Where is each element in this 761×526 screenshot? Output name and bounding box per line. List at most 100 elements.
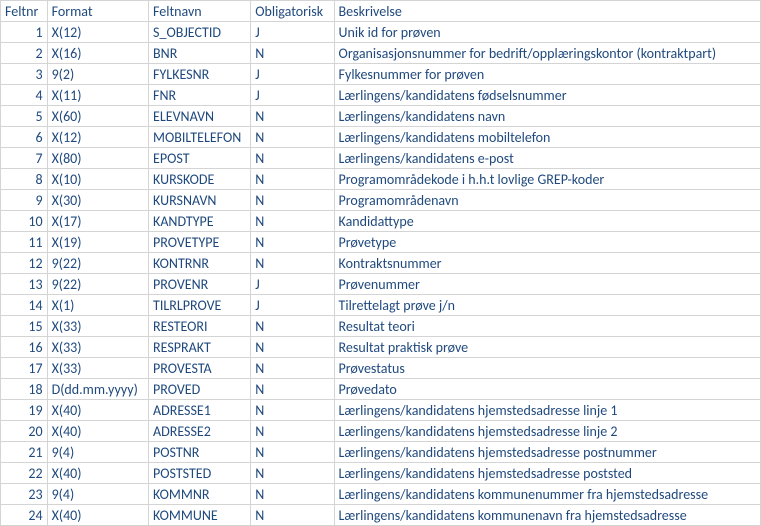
cell-beskrivelse: Organisasjonsnummer for bedrift/opplærin… xyxy=(334,43,760,64)
table-row: 7X(80)EPOSTNLærlingens/kandidatens e-pos… xyxy=(1,148,761,169)
header-obligatorisk: Obligatorisk xyxy=(251,1,334,22)
header-feltnavn: Feltnavn xyxy=(149,1,251,22)
cell-feltnr: 5 xyxy=(1,106,48,127)
table-row: 219(4)POSTNRNLærlingens/kandidatens hjem… xyxy=(1,442,761,463)
cell-obligatorisk: N xyxy=(251,442,334,463)
cell-feltnavn: RESTEORI xyxy=(149,316,251,337)
cell-beskrivelse: Lærlingens/kandidatens kommunenavn fra h… xyxy=(334,505,760,526)
table-row: 5X(60)ELEVNAVNNLærlingens/kandidatens na… xyxy=(1,106,761,127)
cell-feltnr: 24 xyxy=(1,505,48,526)
cell-feltnavn: POSTNR xyxy=(149,442,251,463)
table-row: 239(4)KOMMNRNLærlingens/kandidatens komm… xyxy=(1,484,761,505)
cell-format: X(40) xyxy=(47,400,148,421)
cell-obligatorisk: N xyxy=(251,463,334,484)
cell-obligatorisk: N xyxy=(251,421,334,442)
table-row: 4X(11)FNRJLærlingens/kandidatens fødsels… xyxy=(1,85,761,106)
table-row: 20X(40)ADRESSE2NLærlingens/kandidatens h… xyxy=(1,421,761,442)
cell-feltnavn: KOMMNR xyxy=(149,484,251,505)
cell-feltnavn: TILRLPROVE xyxy=(149,295,251,316)
cell-beskrivelse: Prøvestatus xyxy=(334,358,760,379)
cell-format: 9(4) xyxy=(47,484,148,505)
cell-feltnr: 19 xyxy=(1,400,48,421)
cell-format: X(40) xyxy=(47,463,148,484)
table-row: 18D(dd.mm.yyyy)PROVEDNPrøvedato xyxy=(1,379,761,400)
header-row: Feltnr Format Feltnavn Obligatorisk Besk… xyxy=(1,1,761,22)
cell-obligatorisk: N xyxy=(251,358,334,379)
cell-feltnavn: KOMMUNE xyxy=(149,505,251,526)
cell-obligatorisk: N xyxy=(251,232,334,253)
cell-obligatorisk: N xyxy=(251,400,334,421)
cell-feltnr: 16 xyxy=(1,337,48,358)
cell-obligatorisk: N xyxy=(251,505,334,526)
cell-feltnr: 8 xyxy=(1,169,48,190)
cell-feltnr: 11 xyxy=(1,232,48,253)
cell-feltnr: 13 xyxy=(1,274,48,295)
cell-obligatorisk: J xyxy=(251,295,334,316)
cell-feltnavn: RESPRAKT xyxy=(149,337,251,358)
cell-feltnavn: KONTRNR xyxy=(149,253,251,274)
cell-obligatorisk: J xyxy=(251,22,334,43)
table-row: 14X(1)TILRLPROVEJTilrettelagt prøve j/n xyxy=(1,295,761,316)
cell-beskrivelse: Resultat praktisk prøve xyxy=(334,337,760,358)
cell-obligatorisk: N xyxy=(251,148,334,169)
table-row: 39(2)FYLKESNRJFylkesnummer for prøven xyxy=(1,64,761,85)
cell-beskrivelse: Lærlingens/kandidatens navn xyxy=(334,106,760,127)
cell-feltnavn: PROVED xyxy=(149,379,251,400)
cell-obligatorisk: J xyxy=(251,85,334,106)
cell-format: X(33) xyxy=(47,358,148,379)
cell-obligatorisk: N xyxy=(251,253,334,274)
table-row: 15X(33)RESTEORINResultat teori xyxy=(1,316,761,337)
table-row: 19X(40)ADRESSE1NLærlingens/kandidatens h… xyxy=(1,400,761,421)
cell-feltnavn: BNR xyxy=(149,43,251,64)
cell-feltnr: 1 xyxy=(1,22,48,43)
cell-obligatorisk: N xyxy=(251,379,334,400)
cell-feltnr: 17 xyxy=(1,358,48,379)
cell-format: X(30) xyxy=(47,190,148,211)
cell-format: X(12) xyxy=(47,127,148,148)
cell-beskrivelse: Kontraktsnummer xyxy=(334,253,760,274)
cell-feltnavn: KURSKODE xyxy=(149,169,251,190)
table-row: 8X(10)KURSKODENProgramområdekode i h.h.t… xyxy=(1,169,761,190)
cell-beskrivelse: Prøvedato xyxy=(334,379,760,400)
cell-beskrivelse: Lærlingens/kandidatens hjemstedsadresse … xyxy=(334,463,760,484)
cell-feltnr: 15 xyxy=(1,316,48,337)
cell-format: X(1) xyxy=(47,295,148,316)
cell-obligatorisk: N xyxy=(251,190,334,211)
cell-feltnr: 23 xyxy=(1,484,48,505)
cell-format: 9(4) xyxy=(47,442,148,463)
table-row: 10X(17)KANDTYPENKandidattype xyxy=(1,211,761,232)
cell-feltnavn: EPOST xyxy=(149,148,251,169)
cell-beskrivelse: Unik id for prøven xyxy=(334,22,760,43)
cell-obligatorisk: J xyxy=(251,64,334,85)
table-row: 139(22)PROVENRJPrøvenummer xyxy=(1,274,761,295)
cell-feltnr: 7 xyxy=(1,148,48,169)
table-row: 16X(33)RESPRAKTNResultat praktisk prøve xyxy=(1,337,761,358)
cell-feltnavn: POSTSTED xyxy=(149,463,251,484)
cell-format: 9(2) xyxy=(47,64,148,85)
table-row: 1X(12)S_OBJECTIDJUnik id for prøven xyxy=(1,22,761,43)
cell-format: X(12) xyxy=(47,22,148,43)
cell-feltnr: 2 xyxy=(1,43,48,64)
cell-feltnr: 4 xyxy=(1,85,48,106)
cell-feltnavn: KURSNAVN xyxy=(149,190,251,211)
cell-feltnavn: KANDTYPE xyxy=(149,211,251,232)
cell-format: X(11) xyxy=(47,85,148,106)
cell-beskrivelse: Fylkesnummer for prøven xyxy=(334,64,760,85)
cell-feltnavn: PROVENR xyxy=(149,274,251,295)
cell-obligatorisk: N xyxy=(251,337,334,358)
cell-beskrivelse: Kandidattype xyxy=(334,211,760,232)
cell-format: 9(22) xyxy=(47,274,148,295)
cell-format: X(33) xyxy=(47,316,148,337)
cell-beskrivelse: Programområdekode i h.h.t lovlige GREP-k… xyxy=(334,169,760,190)
cell-format: X(40) xyxy=(47,505,148,526)
cell-obligatorisk: N xyxy=(251,484,334,505)
cell-feltnavn: ADRESSE2 xyxy=(149,421,251,442)
cell-feltnavn: PROVETYPE xyxy=(149,232,251,253)
cell-beskrivelse: Programområdenavn xyxy=(334,190,760,211)
cell-obligatorisk: J xyxy=(251,274,334,295)
table-row: 129(22)KONTRNRNKontraktsnummer xyxy=(1,253,761,274)
cell-obligatorisk: N xyxy=(251,169,334,190)
header-beskrivelse: Beskrivelse xyxy=(334,1,760,22)
cell-beskrivelse: Prøvenummer xyxy=(334,274,760,295)
cell-format: X(17) xyxy=(47,211,148,232)
